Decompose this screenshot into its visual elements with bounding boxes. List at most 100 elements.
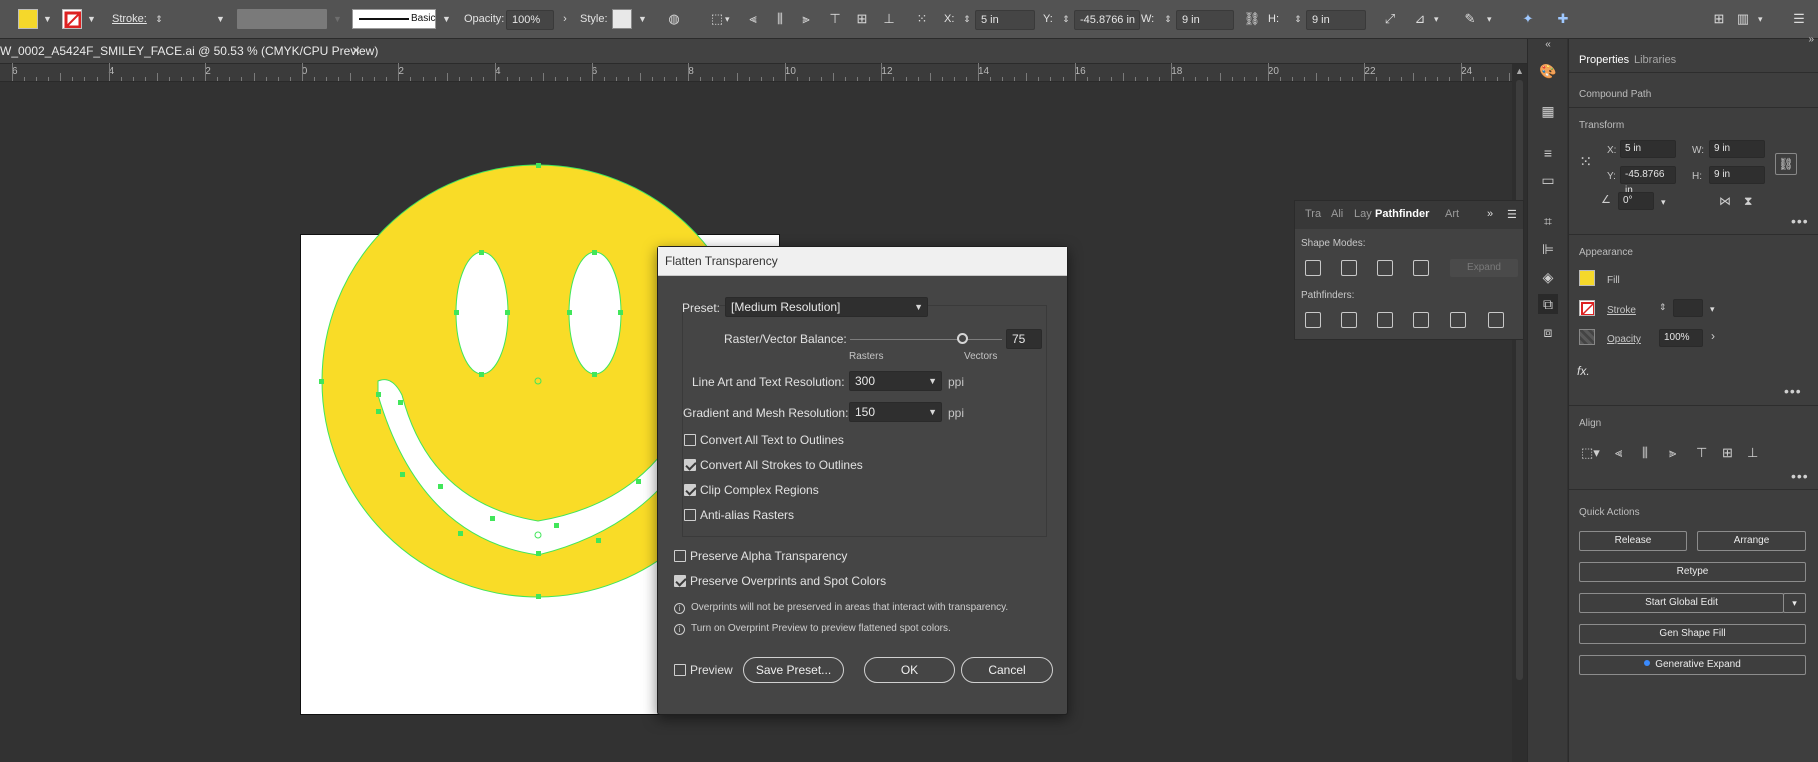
flip-vertical-icon[interactable]: ⧗ <box>1744 194 1752 209</box>
appearance-more-options-icon[interactable]: ••• <box>1784 383 1802 399</box>
brush-dropdown-icon[interactable]: ▼ <box>442 14 451 24</box>
cancel-button[interactable]: Cancel <box>961 657 1053 683</box>
document-tab[interactable]: W_0002_A5424F_SMILEY_FACE.ai @ 50.53 % (… <box>0 39 1527 64</box>
reference-point-grid-icon[interactable]: ⁙ <box>1579 152 1592 172</box>
align-to-dropdown-icon[interactable]: ▾ <box>725 14 730 25</box>
tab-align[interactable]: Ali <box>1331 208 1343 220</box>
y-field[interactable]: -45.8766 in <box>1074 10 1140 30</box>
edit-toolbar-icon[interactable]: ✎ <box>1461 10 1479 28</box>
w-field[interactable]: 9 in <box>1176 10 1234 30</box>
stroke-swatch[interactable] <box>62 9 82 29</box>
align-panel-icon[interactable]: ⊫ <box>1538 239 1558 259</box>
merge-icon[interactable] <box>1377 312 1393 328</box>
layers-panel-icon[interactable]: ◈ <box>1538 267 1558 287</box>
transform-x-field[interactable]: 5 in <box>1620 140 1676 158</box>
transform-y-field[interactable]: -45.8766 in <box>1620 166 1676 196</box>
transform-h-field[interactable]: 9 in <box>1709 166 1765 184</box>
align-right-icon[interactable]: ⫸ <box>797 10 815 28</box>
balance-value-field[interactable]: 75 <box>1006 329 1042 349</box>
collapse-right-icon[interactable]: » <box>1808 34 1814 45</box>
minus-back-icon[interactable] <box>1488 312 1504 328</box>
stroke-weight-dropdown-icon[interactable]: ▾ <box>1710 304 1715 315</box>
clip-complex-checkbox[interactable] <box>684 484 696 496</box>
unite-icon[interactable] <box>1305 260 1321 276</box>
align-to-icon[interactable]: ⬚ <box>708 10 726 28</box>
arrange-button[interactable]: Arrange <box>1697 531 1806 551</box>
constrain-link-icon[interactable]: ⛓ <box>1775 153 1797 175</box>
ok-button[interactable]: OK <box>864 657 955 683</box>
rotate-angle-dropdown-icon[interactable]: ▾ <box>1661 197 1666 208</box>
fill-dropdown-icon[interactable]: ▼ <box>43 14 52 24</box>
stroke-weight-dropdown-icon[interactable]: ▼ <box>216 14 225 24</box>
transform-more-options-icon[interactable]: ••• <box>1791 213 1809 229</box>
constrain-proportions-icon[interactable]: ⛓ <box>1243 10 1261 28</box>
w-stepper-icon[interactable]: ⇕ <box>1159 10 1177 28</box>
antialias-checkbox[interactable] <box>684 509 696 521</box>
shape-options-dropdown-icon[interactable]: ▾ <box>1434 14 1439 25</box>
stroke-weight-stepper-icon[interactable]: ⇕ <box>1659 302 1667 313</box>
libraries-panel-icon[interactable]: ▦ <box>1538 101 1558 121</box>
align-horizontal-center-icon[interactable]: ⫼ <box>771 10 789 28</box>
stroke-stepper-icon[interactable]: ⇕ <box>150 10 168 28</box>
appearance-opacity-field[interactable]: 100% <box>1659 329 1703 347</box>
tab-transform[interactable]: Tra <box>1305 208 1321 220</box>
transform-icon[interactable]: ⤢ <box>1381 10 1399 28</box>
tab-layers[interactable]: Lay <box>1354 208 1372 220</box>
balance-slider-track[interactable] <box>850 339 1002 340</box>
retype-button[interactable]: Retype <box>1579 562 1806 582</box>
fill-swatch[interactable] <box>18 9 38 29</box>
gen-shape-fill-button[interactable]: Gen Shape Fill <box>1579 624 1806 644</box>
shape-options-icon[interactable]: ⊿ <box>1411 10 1429 28</box>
preserve-alpha-checkbox[interactable] <box>674 550 686 562</box>
transform-panel-icon[interactable]: ⧈ <box>1538 322 1558 342</box>
h-stepper-icon[interactable]: ⇕ <box>1289 10 1307 28</box>
generative-expand-button[interactable]: Generative Expand <box>1579 655 1806 675</box>
align-top-icon[interactable]: ⊤ <box>826 10 844 28</box>
properties-panel-icon[interactable]: 🎨 <box>1538 61 1558 81</box>
arrange-documents-icon[interactable]: ⊞ <box>1710 10 1728 28</box>
transform-w-field[interactable]: 9 in <box>1709 140 1765 158</box>
gradient-panel-icon[interactable]: ▭ <box>1538 170 1558 190</box>
panel-align-bottom-icon[interactable]: ⊥ <box>1747 445 1758 461</box>
line-art-resolution-select[interactable]: 300 ▼ <box>849 371 942 391</box>
appearance-opacity-label[interactable]: Opacity <box>1607 334 1641 345</box>
panel-options-icon[interactable]: ☰ <box>1790 10 1808 28</box>
tab-artboards[interactable]: Art <box>1445 208 1459 220</box>
x-stepper-icon[interactable]: ⇕ <box>958 10 976 28</box>
workspace-dropdown-icon[interactable]: ▾ <box>1758 14 1763 25</box>
align-bottom-icon[interactable]: ⊥ <box>880 10 898 28</box>
stroke-panel-icon[interactable]: ≡ <box>1538 143 1558 163</box>
align-left-icon[interactable]: ⫷ <box>744 10 762 28</box>
profile-dropdown-icon[interactable]: ▼ <box>333 14 342 24</box>
tab-libraries[interactable]: Libraries <box>1634 54 1676 66</box>
intersect-icon[interactable] <box>1377 260 1393 276</box>
pathfinder-panel-icon[interactable]: ⧉ <box>1538 294 1558 314</box>
edit-toolbar-dropdown-icon[interactable]: ▾ <box>1487 14 1492 25</box>
divide-icon[interactable] <box>1305 312 1321 328</box>
variable-width-profile[interactable] <box>237 9 327 29</box>
scroll-up-icon[interactable]: ▲ <box>1515 66 1524 76</box>
preset-select[interactable]: [Medium Resolution] ▼ <box>725 297 928 317</box>
tab-properties[interactable]: Properties <box>1579 54 1629 66</box>
balance-slider-knob[interactable] <box>957 333 968 344</box>
flip-horizontal-icon[interactable]: ⋈ <box>1719 194 1731 208</box>
opacity-chevron-right-icon[interactable]: › <box>556 10 574 28</box>
appearance-stroke-weight-field[interactable] <box>1673 299 1703 317</box>
scrollbar-thumb[interactable] <box>1516 80 1523 680</box>
rotate-angle-field[interactable]: 0° <box>1618 192 1654 210</box>
fx-effects-label[interactable]: fx. <box>1577 364 1590 378</box>
tab-pathfinder[interactable]: Pathfinder <box>1375 208 1429 220</box>
close-tab-icon[interactable]: × <box>352 42 360 58</box>
exclude-icon[interactable] <box>1413 260 1429 276</box>
reference-point-icon[interactable]: ⁙ <box>913 10 931 28</box>
preserve-overprints-checkbox[interactable] <box>674 575 686 587</box>
stroke-dropdown-icon[interactable]: ▼ <box>87 14 96 24</box>
y-stepper-icon[interactable]: ⇕ <box>1057 10 1075 28</box>
generative-recolor-icon[interactable]: ✦ <box>1519 10 1537 28</box>
gradient-resolution-select[interactable]: 150 ▼ <box>849 402 942 422</box>
panel-align-top-icon[interactable]: ⊤ <box>1696 445 1707 461</box>
panel-collapse-icon[interactable]: » <box>1487 208 1493 220</box>
h-field[interactable]: 9 in <box>1306 10 1366 30</box>
convert-strokes-checkbox[interactable] <box>684 459 696 471</box>
generative-vector-icon[interactable]: ✚ <box>1554 10 1572 28</box>
